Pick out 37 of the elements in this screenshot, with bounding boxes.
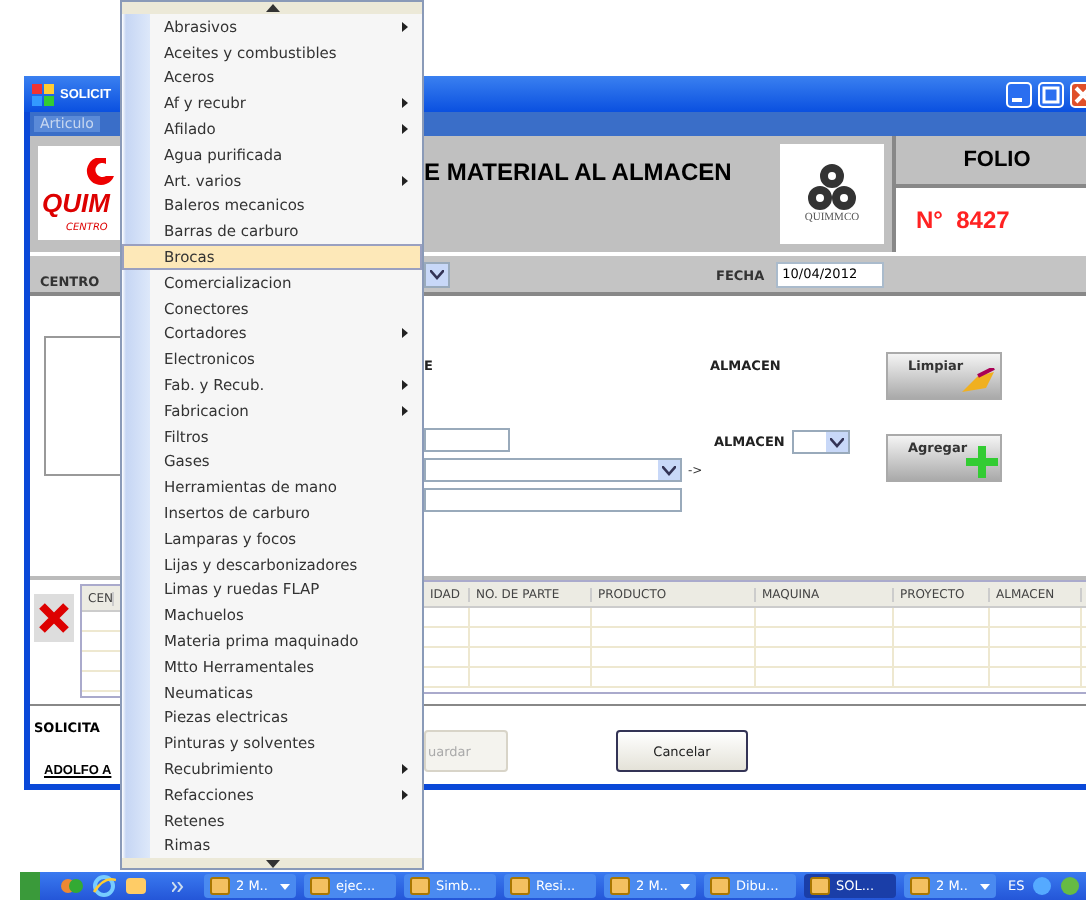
app-icon	[32, 83, 54, 105]
caret-icon	[662, 465, 676, 475]
minimize-button[interactable]	[1006, 81, 1032, 107]
input-field[interactable]	[424, 428, 510, 452]
window-icon	[610, 876, 630, 896]
chevron-icon[interactable]	[172, 881, 184, 891]
window-icon	[210, 876, 230, 896]
folio-label: FOLIO	[963, 148, 1031, 172]
scroll-up-icon[interactable]	[265, 4, 279, 12]
input-field[interactable]	[424, 488, 682, 512]
dropdown-button[interactable]	[424, 262, 450, 288]
start-button[interactable]	[20, 872, 40, 900]
logo-mark-icon	[86, 158, 114, 186]
combo-box[interactable]	[424, 458, 682, 482]
window-icon	[410, 876, 430, 896]
warehouse-select[interactable]	[792, 430, 851, 454]
logo-text: QUIM	[42, 186, 113, 222]
window-icon	[910, 876, 930, 896]
window-icon	[310, 876, 330, 896]
window-icon	[810, 876, 830, 896]
knot-icon	[806, 164, 858, 212]
tray-icon[interactable]	[1060, 876, 1081, 896]
scroll-down-icon[interactable]	[265, 859, 279, 868]
caret-icon	[430, 270, 444, 280]
folder-icon[interactable]	[124, 874, 148, 898]
app-icon[interactable]	[60, 876, 84, 896]
x-icon	[38, 602, 70, 634]
folio-number: N° 8427	[916, 206, 1010, 234]
plus-icon	[966, 446, 998, 478]
window-icon	[710, 876, 730, 896]
browser-icon[interactable]	[92, 874, 116, 898]
form-title: E MATERIAL AL ALMACEN	[424, 156, 734, 190]
maximize-button[interactable]	[1038, 81, 1064, 107]
delete-button[interactable]	[34, 594, 74, 642]
window-icon	[510, 876, 530, 896]
tray-icon[interactable]	[1032, 876, 1053, 896]
caret-icon	[830, 437, 845, 447]
